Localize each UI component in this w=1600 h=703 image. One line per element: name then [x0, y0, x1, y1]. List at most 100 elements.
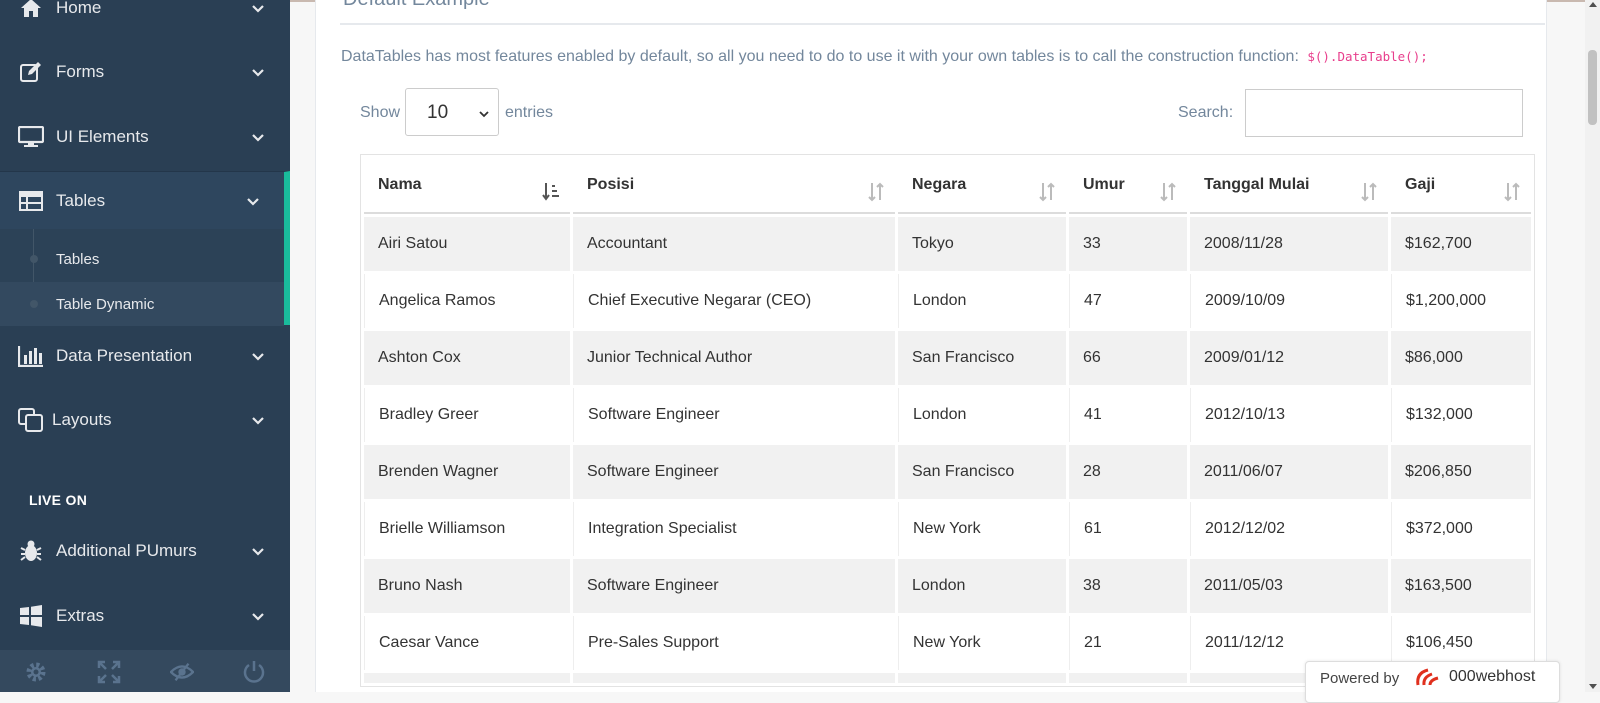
bullet-icon — [30, 255, 38, 263]
sidebar-item-label: Layouts — [52, 410, 112, 429]
panel-description: DataTables has most features enabled by … — [341, 48, 1428, 66]
cell-gaji: $372,000 — [1391, 502, 1531, 556]
scroll-down-icon[interactable] — [1589, 684, 1597, 689]
column-header-label: Nama — [378, 176, 422, 193]
badge-brand: 000webhost — [1449, 668, 1536, 685]
sidebar-item-forms[interactable]: Forms — [0, 42, 290, 102]
cell-gaji: $86,000 — [1391, 331, 1531, 385]
sidebar-item-layouts[interactable]: Layouts — [0, 390, 290, 450]
edit-icon — [18, 60, 44, 84]
cell-negara: Tokyo — [898, 217, 1066, 271]
table-row[interactable]: Airi Satou Accountant Tokyo 33 2008/11/2… — [364, 217, 1531, 271]
power-icon[interactable] — [242, 660, 266, 684]
sidebar-item-home[interactable]: Home — [0, 0, 290, 38]
column-header-label: Posisi — [587, 176, 635, 193]
chevron-down-icon — [250, 348, 266, 364]
sort-ascending-icon — [542, 182, 560, 202]
cell-negara: London — [898, 559, 1066, 613]
cell-partial — [573, 673, 895, 683]
sidebar-item-ui-elements[interactable]: UI Elements — [0, 107, 290, 167]
search-input[interactable] — [1245, 89, 1523, 137]
column-header-tanggal-mulai[interactable]: Tanggal Mulai — [1190, 158, 1388, 214]
cell-negara: New York — [898, 502, 1066, 556]
cell-negara: New York — [898, 616, 1066, 670]
table-row[interactable]: Bradley Greer Software Engineer London 4… — [364, 388, 1531, 442]
table-row[interactable]: Ashton Cox Junior Technical Author San F… — [364, 331, 1531, 385]
entries-label: entries — [505, 104, 554, 121]
sort-icon — [1038, 182, 1056, 202]
bug-icon — [18, 539, 44, 563]
section-label-live-on: LIVE ON — [29, 492, 88, 508]
cell-gaji: $132,000 — [1391, 388, 1531, 442]
desktop-icon — [18, 125, 44, 149]
column-header-label: Negara — [912, 176, 967, 193]
column-header-label: Tanggal Mulai — [1204, 176, 1310, 193]
table-row[interactable]: Brielle Williamson Integration Specialis… — [364, 502, 1531, 556]
sidebar-item-tables[interactable]: Tables — [0, 171, 290, 230]
submenu-item-table-dynamic[interactable]: Table Dynamic — [0, 282, 284, 326]
cell-tanggal-mulai: 2009/10/09 — [1190, 274, 1388, 328]
fullscreen-icon[interactable] — [97, 660, 121, 684]
column-header-gaji[interactable]: Gaji — [1391, 158, 1531, 214]
sidebar-footer — [0, 650, 290, 692]
cell-nama: Brenden Wagner — [364, 445, 570, 499]
settings-icon[interactable] — [24, 660, 48, 684]
sidebar-item-label: Extras — [56, 606, 105, 625]
page-length-select[interactable]: 10 — [405, 88, 499, 136]
table-row[interactable]: Bruno Nash Software Engineer London 38 2… — [364, 559, 1531, 613]
page-scrollbar[interactable] — [1585, 0, 1600, 692]
cell-negara: San Francisco — [898, 331, 1066, 385]
cell-umur: 21 — [1069, 616, 1187, 670]
table-row[interactable]: Angelica Ramos Chief Executive Negarar (… — [364, 274, 1531, 328]
column-header-negara[interactable]: Negara — [898, 158, 1066, 214]
bullet-icon — [30, 300, 38, 308]
sidebar-item-additional[interactable]: Additional PUmurs — [0, 521, 290, 581]
cell-posisi: Pre-Sales Support — [573, 616, 895, 670]
chevron-down-icon — [250, 129, 266, 145]
sort-icon — [867, 182, 885, 202]
submenu-item-tables[interactable]: Tables — [0, 237, 284, 281]
chevron-down-icon — [478, 107, 490, 119]
column-header-nama[interactable]: Nama — [364, 158, 570, 214]
cell-umur: 41 — [1069, 388, 1187, 442]
cell-posisi: Chief Executive Negarar (CEO) — [573, 274, 895, 328]
cell-nama: Angelica Ramos — [364, 274, 570, 328]
hosting-badge[interactable]: Powered by 000webhost — [1305, 661, 1560, 703]
cell-negara: London — [898, 274, 1066, 328]
cell-umur: 66 — [1069, 331, 1187, 385]
cell-posisi: Junior Technical Author — [573, 331, 895, 385]
column-header-umur[interactable]: Umur — [1069, 158, 1187, 214]
cell-negara: London — [898, 388, 1066, 442]
lock-icon[interactable] — [170, 660, 194, 684]
cell-tanggal-mulai: 2012/10/13 — [1190, 388, 1388, 442]
scroll-up-icon[interactable] — [1589, 2, 1597, 7]
sort-icon — [1360, 182, 1378, 202]
badge-powered-by: Powered by — [1320, 670, 1400, 687]
search-label: Search: — [1178, 104, 1234, 121]
clone-icon — [18, 408, 44, 432]
column-header-label: Gaji — [1405, 176, 1436, 193]
column-header-posisi[interactable]: Posisi — [573, 158, 895, 214]
panel-divider — [340, 23, 1545, 25]
cell-gaji: $162,700 — [1391, 217, 1531, 271]
chevron-down-icon — [245, 193, 261, 209]
sidebar-item-label: Home — [56, 0, 102, 17]
cell-tanggal-mulai: 2012/12/02 — [1190, 502, 1388, 556]
cell-tanggal-mulai: 2009/01/12 — [1190, 331, 1388, 385]
sidebar-item-label: UI Elements — [56, 127, 149, 146]
scrollbar-thumb[interactable] — [1588, 50, 1597, 125]
cell-posisi: Integration Specialist — [573, 502, 895, 556]
cell-tanggal-mulai: 2011/06/07 — [1190, 445, 1388, 499]
sidebar-item-extras[interactable]: Extras — [0, 586, 290, 646]
chevron-down-icon — [250, 412, 266, 428]
table-icon — [18, 189, 44, 213]
submenu-item-label: Table Dynamic — [56, 295, 155, 313]
code-snippet: $().DataTable(); — [1307, 49, 1428, 64]
data-table: Nama Posisi Negara Umur Tanggal Mulai Ga… — [360, 154, 1535, 687]
panel-title: Default Example — [343, 0, 490, 11]
table-row[interactable]: Brenden Wagner Software Engineer San Fra… — [364, 445, 1531, 499]
show-label: Show — [360, 104, 401, 121]
description-text: DataTables has most features enabled by … — [341, 48, 1299, 65]
cell-nama: Brielle Williamson — [364, 502, 570, 556]
sidebar-item-data-presentation[interactable]: Data Presentation — [0, 326, 290, 386]
